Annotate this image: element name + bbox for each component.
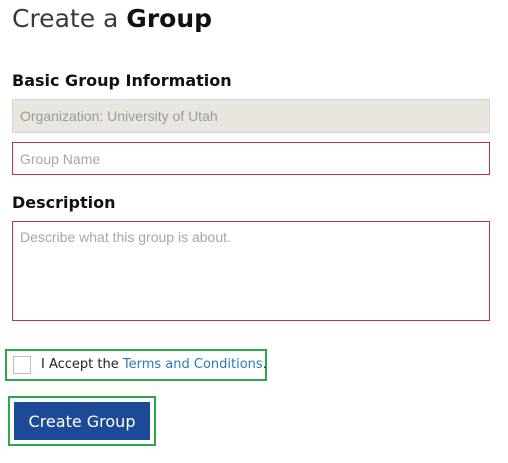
accept-terms-suffix: . — [262, 357, 267, 372]
page-title: Create a Group — [12, 4, 212, 33]
organization-field: Organization: University of Utah — [12, 99, 490, 133]
description-textarea[interactable] — [12, 221, 490, 321]
group-name-input[interactable] — [12, 142, 490, 175]
create-group-button-outline: Create Group — [8, 396, 156, 446]
accept-terms-row: I Accept the Terms and Conditions. — [5, 349, 267, 381]
page-title-prefix: Create a — [12, 4, 127, 33]
page-title-strong: Group — [126, 4, 213, 33]
basic-info-heading: Basic Group Information — [12, 71, 232, 90]
accept-terms-label: I Accept the Terms and Conditions. — [41, 357, 267, 372]
create-group-button[interactable]: Create Group — [13, 401, 151, 441]
accept-terms-prefix: I Accept the — [41, 357, 123, 372]
accept-terms-checkbox[interactable] — [13, 356, 31, 374]
description-heading: Description — [12, 193, 116, 212]
terms-and-conditions-link[interactable]: Terms and Conditions — [123, 357, 263, 372]
